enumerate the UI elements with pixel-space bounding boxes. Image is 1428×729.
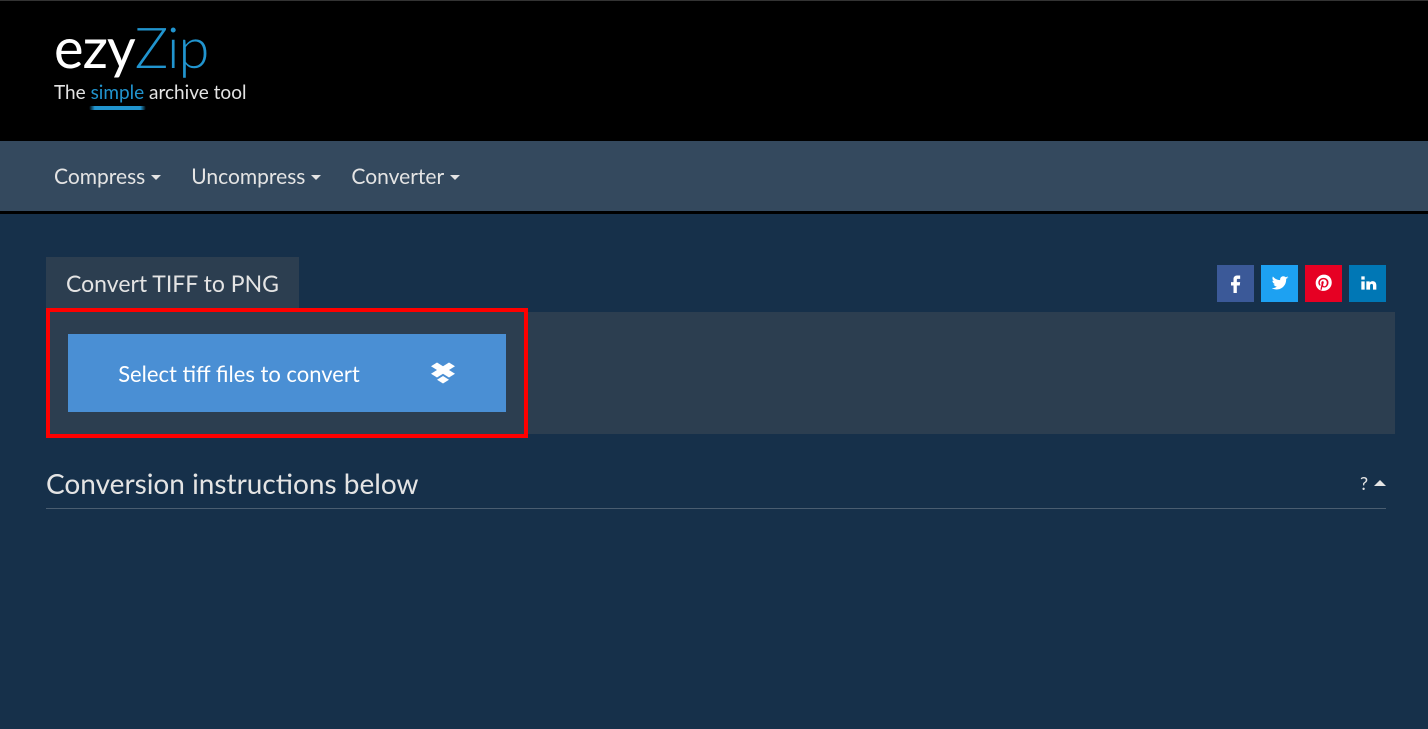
logo-text-ezy: ezy bbox=[54, 19, 135, 75]
nav-uncompress[interactable]: Uncompress bbox=[191, 164, 321, 189]
header-bar: ezyZip The simple archive tool bbox=[0, 0, 1428, 141]
nav-converter[interactable]: Converter bbox=[351, 164, 460, 189]
pinterest-icon bbox=[1314, 273, 1334, 293]
nav-label: Compress bbox=[54, 164, 145, 189]
nav-label: Converter bbox=[351, 164, 444, 189]
nav-compress[interactable]: Compress bbox=[54, 164, 161, 189]
upload-panel: Select tiff files to convert bbox=[50, 312, 524, 434]
logo-text-zip: Zip bbox=[135, 19, 209, 75]
facebook-share-button[interactable] bbox=[1217, 265, 1254, 302]
chevron-down-icon bbox=[311, 175, 321, 180]
social-share bbox=[1217, 265, 1386, 302]
dropbox-icon bbox=[430, 361, 456, 385]
highlighted-action-area: Select tiff files to convert bbox=[46, 308, 528, 438]
pinterest-share-button[interactable] bbox=[1305, 265, 1342, 302]
tab-row: Convert TIFF to PNG bbox=[46, 257, 1386, 309]
chevron-down-icon bbox=[450, 175, 460, 180]
help-toggle[interactable]: ? bbox=[1360, 472, 1386, 494]
page-tab-title[interactable]: Convert TIFF to PNG bbox=[46, 257, 299, 309]
upload-panel-extension bbox=[528, 312, 1395, 434]
chevron-up-icon bbox=[1374, 480, 1386, 486]
linkedin-share-button[interactable] bbox=[1349, 265, 1386, 302]
main-content: Convert TIFF to PNG Select tiff files to… bbox=[0, 214, 1428, 509]
tagline: The simple archive tool bbox=[54, 81, 1428, 104]
select-files-label: Select tiff files to convert bbox=[118, 360, 360, 387]
instructions-title: Conversion instructions below bbox=[46, 466, 419, 500]
nav-label: Uncompress bbox=[191, 164, 305, 189]
chevron-down-icon bbox=[151, 175, 161, 180]
instructions-header: Conversion instructions below ? bbox=[46, 466, 1386, 509]
twitter-share-button[interactable] bbox=[1261, 265, 1298, 302]
logo[interactable]: ezyZip bbox=[54, 19, 1428, 75]
tagline-post: archive tool bbox=[144, 81, 246, 104]
main-nav: Compress Uncompress Converter bbox=[0, 141, 1428, 211]
tagline-simple: simple bbox=[91, 81, 145, 104]
tagline-pre: The bbox=[54, 81, 91, 104]
select-files-button[interactable]: Select tiff files to convert bbox=[68, 334, 506, 412]
facebook-icon bbox=[1226, 273, 1246, 293]
twitter-icon bbox=[1270, 273, 1290, 293]
linkedin-icon bbox=[1358, 273, 1378, 293]
help-symbol: ? bbox=[1360, 472, 1368, 494]
